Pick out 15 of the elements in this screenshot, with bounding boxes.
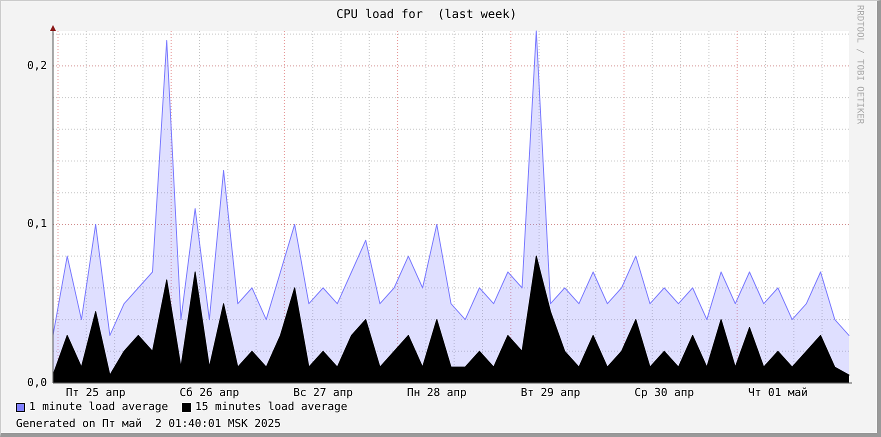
- generated-text: Generated on Пт май 2 01:40:01 MSK 2025: [15, 416, 282, 432]
- chart-title: CPU load for (last week): [336, 6, 517, 23]
- legend-label: 1 minute load average: [29, 399, 168, 415]
- x-tick-label: Пн 28 апр: [406, 386, 467, 399]
- y-tick-label: 0,0: [26, 376, 47, 389]
- legend-label: 15 minutes load average: [195, 399, 348, 415]
- x-tick-label: Ср 30 апр: [634, 386, 694, 399]
- y-tick-label: 0,2: [26, 58, 47, 72]
- credit-text: RRDTOOL / TOBI OETIKER: [854, 5, 866, 126]
- y-tick-label: 0,1: [26, 217, 47, 230]
- x-tick-label: Сб 26 апр: [180, 386, 240, 399]
- x-tick-label: Чт 01 май: [748, 386, 808, 399]
- x-tick-label: Пт 25 апр: [66, 386, 126, 399]
- x-tick-label: Вт 29 апр: [520, 386, 580, 399]
- x-tick-label: Вс 27 апр: [293, 386, 353, 399]
